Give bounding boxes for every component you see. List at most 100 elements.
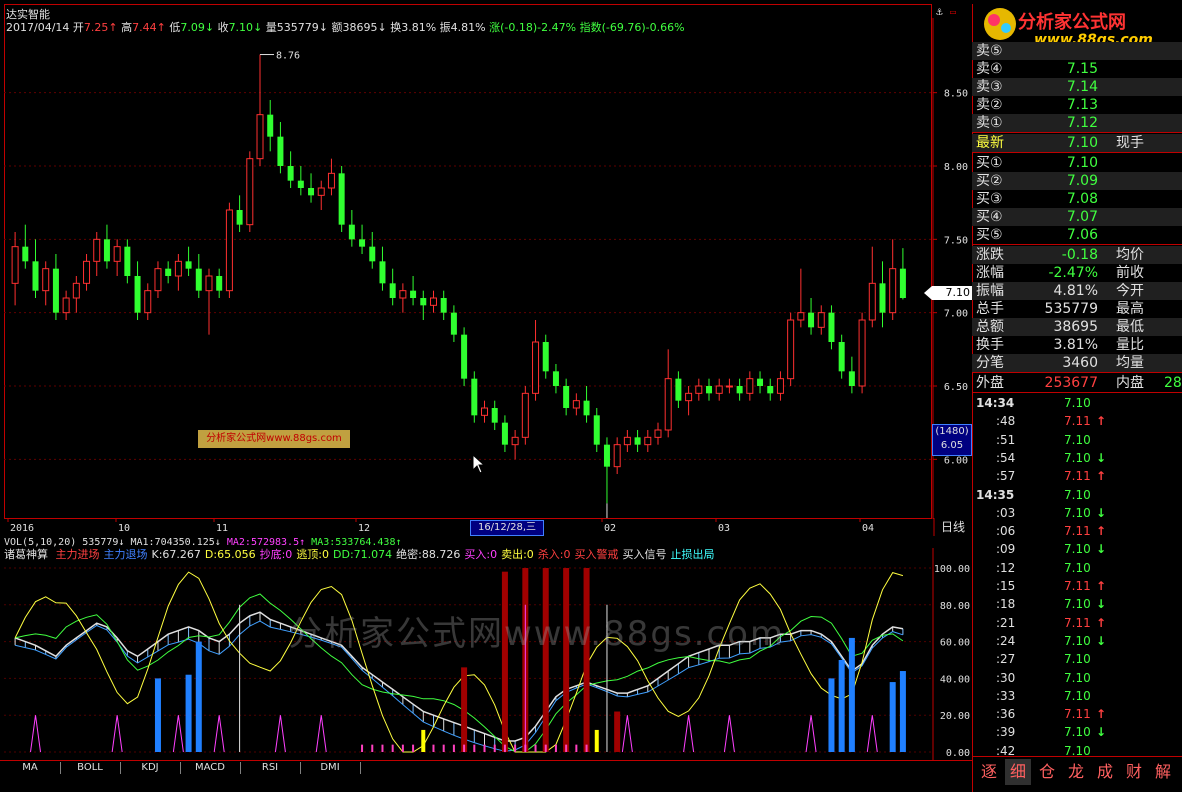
candle-body bbox=[174, 260, 182, 277]
tick-row: :09 7.10 ↓ bbox=[972, 540, 1182, 558]
indicator-legend-item: 绝密:88.726 bbox=[396, 548, 461, 561]
tick-price: 7.10 bbox=[1064, 560, 1091, 575]
y-tick-label: 6.50 bbox=[944, 382, 968, 393]
quote-label: 卖④ bbox=[976, 61, 1003, 77]
amount-label: 额 bbox=[331, 21, 343, 34]
tick-time: :33 bbox=[996, 688, 1016, 703]
candle-body bbox=[868, 282, 876, 321]
open-label: 开 bbox=[72, 21, 84, 34]
y-tick-label: 7.50 bbox=[944, 235, 968, 246]
candle-body bbox=[664, 378, 672, 431]
quote-value: 3.81% bbox=[1053, 337, 1098, 353]
tick-time: :24 bbox=[996, 633, 1016, 648]
candle-body bbox=[22, 246, 29, 262]
indicator-legend-item: 抄底:0 bbox=[259, 548, 293, 561]
detail-tab[interactable]: 仓 bbox=[1034, 759, 1060, 785]
close-value: 7.10 bbox=[228, 21, 254, 34]
change-value: (-0.18)-2.47% bbox=[500, 21, 577, 34]
tick-time: 14:35 bbox=[976, 487, 1015, 502]
candle-body bbox=[93, 238, 101, 262]
inner-value: 28 bbox=[1164, 375, 1182, 391]
ind-y-tick-label: 20.00 bbox=[940, 711, 970, 722]
indicator-header: 诸葛神算 主力进场 主力退场 K:67.267 D:65.056 抄底:0 逃顶:0 DD:… bbox=[4, 548, 715, 562]
detail-tab[interactable]: 细 bbox=[1005, 759, 1031, 785]
indicator-tab[interactable]: RSI bbox=[240, 762, 301, 774]
tick-price: 7.10 bbox=[1064, 487, 1091, 502]
quote-value: 7.14 bbox=[1066, 79, 1098, 95]
tick-row: :33 7.10 bbox=[972, 687, 1182, 705]
candle-body bbox=[899, 268, 906, 298]
candle-body bbox=[317, 187, 325, 196]
candle-body bbox=[267, 114, 274, 137]
candle-body bbox=[817, 312, 825, 328]
high-value: 7.44 bbox=[132, 21, 157, 34]
quote-value: 7.09 bbox=[1066, 173, 1098, 189]
candle-body bbox=[838, 342, 845, 372]
low-value: 7.09 bbox=[180, 21, 205, 34]
detail-tab[interactable]: 龙 bbox=[1063, 759, 1089, 785]
sell-row: 卖② 7.13 bbox=[972, 96, 1182, 114]
candle-body bbox=[583, 400, 590, 416]
candle-body bbox=[521, 392, 529, 438]
candle-body bbox=[511, 436, 519, 446]
bottom-signal-spike bbox=[111, 715, 123, 753]
sell-row: 卖① 7.12 bbox=[972, 114, 1182, 132]
candle-body bbox=[103, 239, 110, 262]
quote-label: 买② bbox=[976, 173, 1003, 189]
outer-inner-row: 外盘 253677 内盘 28 bbox=[972, 374, 1182, 392]
tick-price: 7.10 bbox=[1064, 725, 1091, 740]
y-tick-label: 6.00 bbox=[944, 455, 968, 466]
index-change: (-69.76)-0.66% bbox=[601, 21, 685, 34]
up-arrow-icon: ↑ bbox=[1096, 615, 1107, 630]
pink-tick bbox=[361, 744, 364, 752]
tick-row: 14:34 7.10 bbox=[972, 394, 1182, 412]
detail-tab[interactable]: 成 bbox=[1092, 759, 1118, 785]
x-tick-label: 2016 bbox=[10, 523, 34, 534]
turnover-value: 3.81% bbox=[401, 21, 437, 34]
buy-row: 买③ 7.08 bbox=[972, 190, 1182, 208]
indicator-legend-item: 买入信号 bbox=[622, 548, 667, 561]
indicator-tab[interactable]: KDJ bbox=[120, 762, 181, 774]
minimize-icon[interactable]: ▭ bbox=[950, 7, 956, 18]
anchor-icon[interactable]: ⚓ bbox=[935, 5, 943, 18]
tick-row: :27 7.10 bbox=[972, 650, 1182, 668]
detail-tab[interactable]: 逐 bbox=[976, 759, 1002, 785]
high-label: 高 bbox=[121, 21, 133, 34]
candle-body bbox=[124, 246, 131, 276]
period-label[interactable]: 日线 bbox=[934, 520, 972, 534]
candle-body bbox=[42, 268, 50, 292]
candle-body bbox=[440, 298, 447, 313]
indicator-tab[interactable]: MA bbox=[0, 762, 61, 774]
volume-label: 量 bbox=[265, 21, 277, 34]
pink-tick bbox=[503, 744, 506, 752]
tick-row: 14:35 7.10 bbox=[972, 486, 1182, 504]
down-arrow-icon: ↓ bbox=[1096, 450, 1107, 465]
indicator-tab[interactable]: BOLL bbox=[60, 762, 121, 774]
tick-price: 7.10 bbox=[1064, 670, 1091, 685]
tick-row: :12 7.10 bbox=[972, 559, 1182, 577]
quote-label: 振幅 bbox=[976, 283, 1004, 299]
indicator-tab[interactable]: MACD bbox=[180, 762, 241, 774]
quote-label: 卖③ bbox=[976, 79, 1003, 95]
candle-body bbox=[113, 246, 121, 262]
indicator-name[interactable]: 诸葛神算 bbox=[4, 548, 48, 561]
detail-tab[interactable]: 财 bbox=[1121, 759, 1147, 785]
indicator-tab[interactable]: DMI bbox=[300, 762, 361, 774]
candle-body bbox=[185, 261, 192, 269]
candle-body bbox=[205, 275, 213, 292]
candle-body bbox=[746, 378, 754, 394]
indicator-chart[interactable] bbox=[4, 562, 932, 758]
indicator-legend-item: 逃顶:0 bbox=[296, 548, 330, 561]
quote-value: 253677 bbox=[1044, 375, 1098, 391]
price-tag-pointer bbox=[924, 286, 932, 300]
candlestick-chart[interactable]: 8.765.70 bbox=[4, 34, 932, 518]
candle-body bbox=[83, 260, 91, 284]
quote-value: 7.07 bbox=[1066, 209, 1098, 225]
quote-separator bbox=[972, 372, 1182, 373]
quote-rows: 卖⑤ 卖④ 7.15 卖③ 7.14 卖② 7.13 卖① 7.12 最新 7.10 现手 买① 7.10… bbox=[972, 0, 1182, 792]
pink-tick bbox=[452, 744, 455, 752]
quote-label-2: 量比 bbox=[1116, 337, 1144, 353]
quote-label: 卖② bbox=[976, 97, 1003, 113]
bottom-signal-spike bbox=[805, 715, 817, 753]
detail-tab[interactable]: 解 bbox=[1150, 759, 1176, 785]
